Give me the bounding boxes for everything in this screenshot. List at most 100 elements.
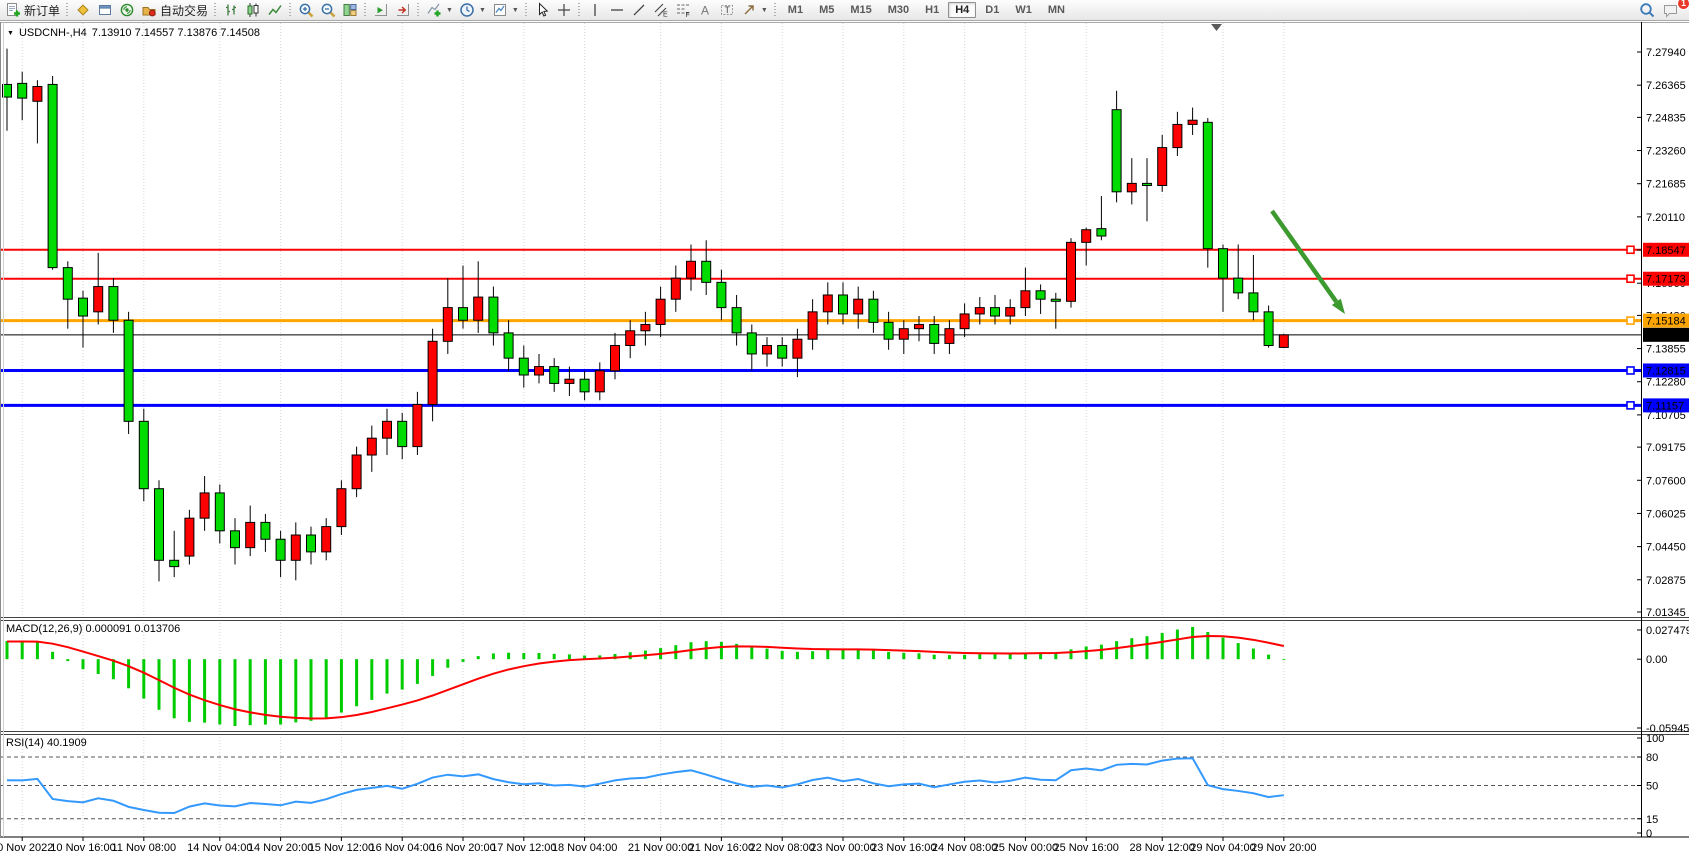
toolbar-grip	[66, 3, 68, 18]
search-button[interactable]	[1635, 1, 1659, 20]
vertical-line-tool-button[interactable]	[584, 1, 606, 20]
macd-histogram-bar	[796, 652, 799, 659]
macd-histogram-bar	[66, 659, 69, 661]
timeframe-button-M1[interactable]: M1	[781, 2, 810, 18]
candle-bearish	[1264, 312, 1273, 346]
timeframe-button-W1[interactable]: W1	[1008, 2, 1039, 18]
macd-histogram-bar	[6, 641, 9, 659]
macd-histogram-bar	[720, 642, 723, 659]
candle-bullish	[1021, 291, 1030, 308]
candle-bearish	[124, 320, 133, 421]
macd-histogram-bar	[97, 659, 100, 674]
svg-text:7.07600: 7.07600	[1646, 475, 1686, 487]
timeframe-button-MN[interactable]: MN	[1041, 2, 1072, 18]
channel-tool-button[interactable]: E	[650, 1, 672, 20]
time-axis-label: 14 Nov 04:00	[187, 842, 252, 854]
auto-scroll-button[interactable]	[392, 1, 414, 20]
candle-bullish	[1127, 183, 1136, 191]
time-axis-label: 10 Nov 16:00	[50, 842, 115, 854]
candle-bearish	[550, 367, 559, 384]
signals-button[interactable]	[116, 1, 138, 20]
text-tool-button[interactable]: A	[694, 1, 716, 20]
candlestick-mode-button[interactable]	[242, 1, 264, 20]
auto-trading-button[interactable]: 自动交易	[138, 1, 211, 20]
time-axis-label: 23 Nov 16:00	[871, 842, 936, 854]
svg-text:7.12815: 7.12815	[1646, 365, 1686, 377]
candle-bearish	[170, 560, 179, 566]
notifications-button[interactable]: 1	[1659, 1, 1683, 20]
timeframe-button-M15[interactable]: M15	[843, 2, 878, 18]
line-anchor-marker[interactable]	[1627, 246, 1634, 253]
auto-scroll-icon	[395, 2, 411, 18]
line-anchor-marker[interactable]	[1627, 317, 1634, 324]
time-axis-label: 25 Nov 00:00	[993, 842, 1058, 854]
candle-bullish	[535, 367, 544, 375]
price-chart-canvas[interactable]: 7.279407.263657.248357.232607.216857.201…	[0, 0, 1689, 859]
trendline-tool-button[interactable]	[628, 1, 650, 20]
candle-bearish	[580, 379, 589, 392]
macd-histogram-bar	[1267, 655, 1270, 660]
svg-text:7.01345: 7.01345	[1646, 607, 1686, 619]
collapse-triangle-icon[interactable]: ▼	[7, 30, 14, 37]
tile-windows-button[interactable]	[339, 1, 361, 20]
new-order-button[interactable]: 新订单	[2, 1, 63, 20]
crosshair-tool-button[interactable]	[553, 1, 575, 20]
toolbar-grip	[525, 3, 527, 18]
svg-text:7.14508: 7.14508	[1646, 330, 1686, 342]
svg-text:7.24835: 7.24835	[1646, 112, 1686, 124]
bar-chart-mode-button[interactable]	[220, 1, 242, 20]
time-axis-label: 24 Nov 08:00	[932, 842, 997, 854]
candle-bullish	[793, 339, 802, 358]
line-anchor-marker[interactable]	[1627, 402, 1634, 409]
templates-button[interactable]: ▼	[489, 1, 522, 20]
time-axis-label: 16 Nov 20:00	[430, 842, 495, 854]
svg-text:7.04450: 7.04450	[1646, 542, 1686, 554]
timeframe-button-M30[interactable]: M30	[881, 2, 916, 18]
zoom-in-button[interactable]	[295, 1, 317, 20]
macd-histogram-bar	[842, 650, 845, 659]
cursor-tool-button[interactable]	[531, 1, 553, 20]
data-window-button[interactable]	[94, 1, 116, 20]
candle-bullish	[641, 324, 650, 330]
timeframe-button-H1[interactable]: H1	[918, 2, 946, 18]
dropdown-caret-icon[interactable]: ▼	[446, 7, 453, 14]
timeframe-button-H4[interactable]: H4	[948, 2, 976, 18]
chart-shift-button[interactable]	[370, 1, 392, 20]
candle-bearish	[489, 297, 498, 333]
arrows-tool-icon	[741, 2, 757, 18]
chart-title-ohlc: 7.13910 7.14557 7.13876 7.14508	[92, 27, 260, 39]
dropdown-caret-icon[interactable]: ▼	[761, 7, 768, 14]
arrows-tool-button[interactable]: ▼	[738, 1, 771, 20]
fibonacci-tool-button[interactable]: F	[672, 1, 694, 20]
market-watch-button[interactable]	[72, 1, 94, 20]
macd-histogram-bar	[51, 652, 54, 659]
line-anchor-marker[interactable]	[1627, 367, 1634, 374]
chart-title: ▼ USDCNH-,H4 7.13910 7.14557 7.13876 7.1…	[7, 27, 260, 39]
timeframe-button-M5[interactable]: M5	[812, 2, 841, 18]
candle-bullish	[443, 308, 452, 342]
dropdown-caret-icon[interactable]: ▼	[479, 7, 486, 14]
indicators-button[interactable]: ▼	[423, 1, 456, 20]
timeframes-menu-button[interactable]: ▼	[456, 1, 489, 20]
text-label-icon: T	[719, 2, 735, 18]
svg-text:0.00: 0.00	[1646, 654, 1667, 666]
candle-bullish	[915, 324, 924, 328]
timeframe-button-D1[interactable]: D1	[978, 2, 1006, 18]
svg-text:7.26365: 7.26365	[1646, 80, 1686, 92]
line-anchor-marker[interactable]	[1627, 275, 1634, 282]
text-label-tool-button[interactable]: T	[716, 1, 738, 20]
macd-histogram-bar	[1009, 654, 1012, 659]
horizontal-line-tool-button[interactable]	[606, 1, 628, 20]
market-watch-icon	[75, 2, 91, 18]
dropdown-caret-icon[interactable]: ▼	[512, 7, 519, 14]
zoom-out-button[interactable]	[317, 1, 339, 20]
macd-histogram-bar	[127, 659, 130, 688]
search-icon	[1638, 1, 1656, 19]
svg-text:7.18547: 7.18547	[1646, 245, 1686, 257]
toolbar-grip	[214, 3, 216, 18]
line-chart-mode-button[interactable]	[264, 1, 286, 20]
equidistant-channel-icon: E	[653, 2, 669, 18]
data-window-icon	[97, 2, 113, 18]
candle-bullish	[94, 287, 103, 312]
svg-text:7.11157: 7.11157	[1646, 400, 1684, 412]
